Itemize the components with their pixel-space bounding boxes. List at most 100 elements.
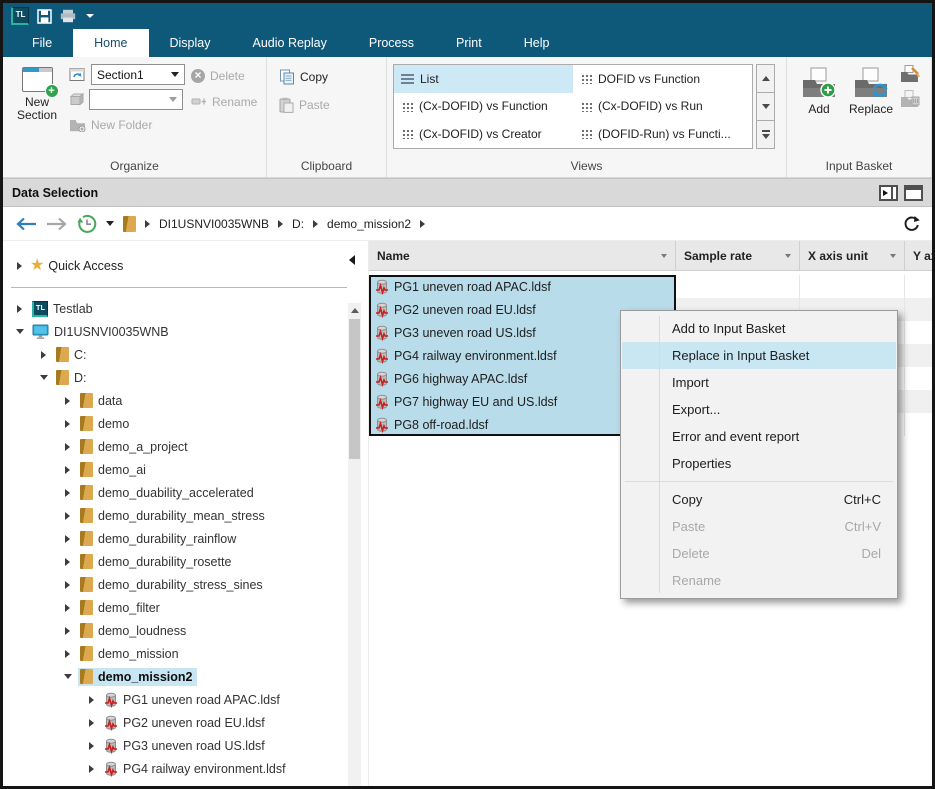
tree-item-demo[interactable]: demo [3,412,363,435]
tree-item-demo-filter[interactable]: demo_filter [3,596,363,619]
print-icon[interactable] [60,9,76,23]
delete-button[interactable]: Delete [191,65,257,86]
file-name-cell[interactable]: PG1 uneven road APAC.ldsf [369,275,676,298]
paste-button[interactable]: Paste [279,94,330,115]
tree-item-demo-durability-rainflow[interactable]: demo_durability_rainflow [3,527,363,550]
gallery-scroll-down-button[interactable] [756,92,775,121]
tree-scrollbar[interactable] [348,303,361,786]
chevron-collapsed-icon[interactable] [37,351,50,359]
chevron-collapsed-icon[interactable] [61,604,74,612]
view-cx-dofid-vs-creator[interactable]: (Cx-DOFID) vs Creator [394,120,573,148]
chevron-collapsed-icon[interactable] [13,305,26,313]
folder-icon[interactable] [123,216,136,232]
remove-from-basket-button[interactable] [899,90,921,108]
scroll-up-icon[interactable] [348,303,361,317]
tree-item-demo-loudness[interactable]: demo_loudness [3,619,363,642]
file-row-pg1-uneven-road-apac-ldsf[interactable]: PG1 uneven road APAC.ldsf [369,275,932,298]
back-arrow-icon[interactable] [15,217,37,231]
history-dropdown-icon[interactable] [106,221,114,226]
maximize-panel-icon[interactable] [904,185,923,201]
tab-audio-replay[interactable]: Audio Replay [232,29,348,57]
gallery-scroll-up-button[interactable] [756,64,775,93]
filter-dropdown-icon[interactable] [661,254,667,258]
section-select[interactable]: Section1 [91,64,185,85]
rename-button[interactable]: Rename [191,91,257,112]
tree-item-d[interactable]: D: [3,366,363,389]
view-list[interactable]: List [394,65,573,93]
tree-item-testlab[interactable]: TLTestlab [3,297,363,320]
new-section-button[interactable]: New Section [9,62,65,158]
filter-dropdown-icon[interactable] [785,254,791,258]
chevron-collapsed-icon[interactable] [85,696,98,704]
tree-item-demo-mission2[interactable]: demo_mission2 [3,665,363,688]
save-icon[interactable] [37,9,52,24]
chevron-expanded-icon[interactable] [37,375,50,380]
column-header-name[interactable]: Name [369,241,676,270]
chevron-expanded-icon[interactable] [13,329,26,334]
tree-item-data[interactable]: data [3,389,363,412]
menu-item-paste[interactable]: PasteCtrl+V [622,513,896,540]
tree-item-pg3-uneven-road-us-ldsf[interactable]: PG3 uneven road US.ldsf [3,734,363,757]
scrollbar-thumb[interactable] [349,319,360,459]
tree-item-demo-durability-mean-stress[interactable]: demo_durability_mean_stress [3,504,363,527]
breadcrumb-item-di1usnvi0035wnb[interactable]: DI1USNVI0035WNB [159,217,269,231]
copy-button[interactable]: Copy [279,66,330,87]
breadcrumb-item-demo-mission2[interactable]: demo_mission2 [327,217,411,231]
tree-item-pg1-uneven-road-apac-ldsf[interactable]: PG1 uneven road APAC.ldsf [3,688,363,711]
tree-item-quick-access[interactable]: ★ Quick Access [3,241,363,277]
menu-item-export[interactable]: Export... [622,396,896,423]
collapse-tree-icon[interactable] [349,255,355,265]
tree-item-demo-mission[interactable]: demo_mission [3,642,363,665]
chevron-collapsed-icon[interactable] [85,719,98,727]
chevron-collapsed-icon[interactable] [61,535,74,543]
tree-item-demo-duability-accelerated[interactable]: demo_duability_accelerated [3,481,363,504]
view-dofid-run-vs-functi[interactable]: (DOFID-Run) vs Functi... [573,120,752,148]
add-to-basket-button[interactable]: Add [793,64,845,158]
column-header-y-axis[interactable]: Y axis [905,241,932,270]
tab-display[interactable]: Display [149,29,232,57]
tab-process[interactable]: Process [348,29,435,57]
chevron-collapsed-icon[interactable] [61,489,74,497]
tree-item-pg4-railway-environment-ldsf[interactable]: PG4 railway environment.ldsf [3,757,363,780]
forward-arrow-icon[interactable] [46,217,68,231]
menu-item-error-and-event-report[interactable]: Error and event report [622,423,896,450]
chevron-collapsed-icon[interactable] [61,397,74,405]
quick-access-dropdown-icon[interactable] [86,14,94,18]
history-icon[interactable] [77,214,97,234]
chevron-collapsed-icon[interactable] [61,627,74,635]
clean-basket-button[interactable] [899,65,921,83]
chevron-collapsed-icon[interactable] [61,558,74,566]
tree-item-demo-a-project[interactable]: demo_a_project [3,435,363,458]
tab-print[interactable]: Print [435,29,503,57]
chevron-collapsed-icon[interactable] [85,765,98,773]
tree-item-di1usnvi0035wnb[interactable]: DI1USNVI0035WNB [3,320,363,343]
chevron-collapsed-icon[interactable] [61,420,74,428]
breadcrumb-item-d[interactable]: D: [292,217,304,231]
chevron-collapsed-icon[interactable] [61,650,74,658]
replace-in-basket-button[interactable]: Replace [845,64,897,158]
column-header-x-axis-unit[interactable]: X axis unit [800,241,905,270]
column-header-sample-rate[interactable]: Sample rate [676,241,800,270]
chevron-collapsed-icon[interactable] [61,443,74,451]
subsection-select[interactable] [89,89,183,110]
chevron-collapsed-icon[interactable] [61,512,74,520]
tab-help[interactable]: Help [503,29,571,57]
tab-home[interactable]: Home [73,29,148,57]
menu-item-rename[interactable]: Rename [622,567,896,594]
menu-item-replace-in-input-basket[interactable]: Replace in Input Basket [622,342,896,369]
refresh-icon[interactable] [903,215,920,232]
menu-item-import[interactable]: Import [622,369,896,396]
filter-dropdown-icon[interactable] [890,254,896,258]
menu-item-add-to-input-basket[interactable]: Add to Input Basket [622,315,896,342]
chevron-expanded-icon[interactable] [61,674,74,679]
chevron-collapsed-icon[interactable] [85,742,98,750]
menu-item-delete[interactable]: DeleteDel [622,540,896,567]
tree-item-pg2-uneven-road-eu-ldsf[interactable]: PG2 uneven road EU.ldsf [3,711,363,734]
tab-file[interactable]: File [11,29,73,57]
view-cx-dofid-vs-function[interactable]: (Cx-DOFID) vs Function [394,93,573,121]
menu-item-copy[interactable]: CopyCtrl+C [622,486,896,513]
chevron-collapsed-icon[interactable] [13,262,26,270]
menu-item-properties[interactable]: Properties [622,450,896,477]
new-folder-button[interactable]: New Folder [69,114,185,135]
chevron-collapsed-icon[interactable] [61,466,74,474]
